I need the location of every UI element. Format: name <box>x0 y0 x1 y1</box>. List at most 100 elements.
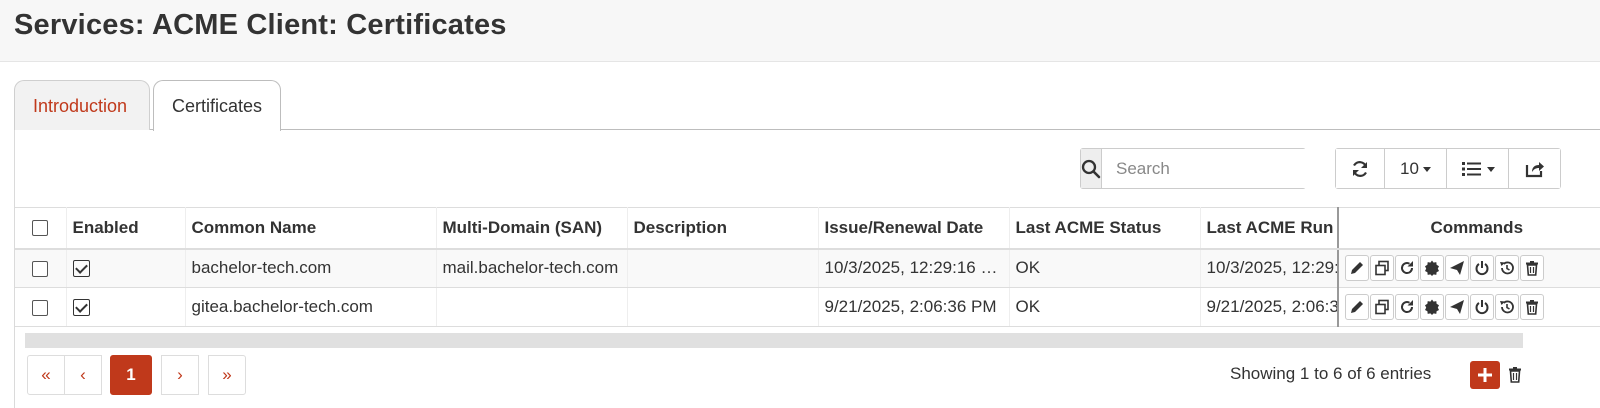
common-name-cell: bachelor-tech.com <box>185 248 437 288</box>
edit-button[interactable] <box>1345 294 1369 320</box>
description-cell <box>627 248 819 288</box>
send-icon <box>1450 261 1464 276</box>
trash-icon <box>1526 300 1538 315</box>
plus-icon <box>1478 368 1492 382</box>
export-button[interactable] <box>1509 149 1560 188</box>
page-size-value: 10 <box>1400 158 1419 178</box>
tab-introduction[interactable]: Introduction <box>14 80 150 130</box>
common-name-cell: gitea.bachelor-tech.com <box>185 287 437 327</box>
edit-button[interactable] <box>1345 255 1369 282</box>
renew-button[interactable] <box>1395 255 1419 282</box>
column-header-last-run[interactable]: Last ACME Run <box>1200 207 1339 250</box>
column-header-san[interactable]: Multi-Domain (SAN) <box>436 207 628 250</box>
san-cell: mail.bachelor-tech.com <box>436 248 628 288</box>
column-header-last-status[interactable]: Last ACME Status <box>1009 207 1201 250</box>
select-all-header <box>15 207 67 250</box>
prev-page-button[interactable]: ‹ <box>64 355 102 395</box>
power-icon <box>1475 300 1489 315</box>
grid-toolbar: 10 <box>1335 148 1561 189</box>
column-header-issue-date[interactable]: Issue/Renewal Date <box>818 207 1010 250</box>
history-icon <box>1500 261 1514 275</box>
page-title: Services: ACME Client: Certificates <box>14 9 507 41</box>
table-header-row: Enabled Common Name Multi-Domain (SAN) D… <box>15 207 1600 250</box>
enabled-check-icon[interactable] <box>72 299 90 317</box>
commands-cell <box>1337 287 1600 327</box>
history-icon <box>1500 300 1514 314</box>
page-size-dropdown[interactable]: 10 <box>1385 149 1447 188</box>
certificates-table: Enabled Common Name Multi-Domain (SAN) D… <box>15 207 1600 327</box>
delete-selected-button[interactable] <box>1505 361 1525 389</box>
certificates-panel: 10 Enabled Common Name Multi-Domain (SAN… <box>14 130 1600 408</box>
edit-icon <box>1351 262 1363 275</box>
search-icon <box>1081 149 1102 188</box>
renew-button[interactable] <box>1395 294 1419 320</box>
sign-button[interactable] <box>1420 294 1444 320</box>
export-icon <box>1525 161 1544 177</box>
status-cell: OK <box>1009 287 1201 327</box>
refresh-icon <box>1352 160 1368 177</box>
first-page-button[interactable]: « <box>27 355 65 395</box>
certificate-icon <box>1425 299 1439 315</box>
power-icon <box>1475 261 1489 276</box>
copy-button[interactable] <box>1370 294 1394 320</box>
select-all-checkbox[interactable] <box>32 220 49 237</box>
toggle-button[interactable] <box>1470 255 1494 282</box>
issue-date-cell: 10/3/2025, 12:29:16 PM <box>818 248 1010 288</box>
tab-certificates[interactable]: Certificates <box>153 80 281 131</box>
table-row[interactable]: bachelor-tech.com mail.bachelor-tech.com… <box>15 248 1600 288</box>
reset-button[interactable] <box>1495 294 1519 320</box>
enabled-check-icon[interactable] <box>72 260 90 278</box>
deploy-button[interactable] <box>1445 294 1469 320</box>
trash-icon <box>1526 261 1538 277</box>
search-input[interactable] <box>1102 149 1337 188</box>
row-select-checkbox[interactable] <box>32 260 49 277</box>
next-page-button[interactable]: › <box>161 355 199 395</box>
enabled-cell <box>66 287 186 327</box>
refresh-button[interactable] <box>1336 149 1385 188</box>
last-run-cell: 9/21/2025, 2:06:36 PM <box>1200 287 1339 327</box>
send-icon <box>1450 300 1464 314</box>
certificate-icon <box>1425 260 1439 277</box>
entries-info: Showing 1 to 6 of 6 entries <box>1230 364 1432 383</box>
last-page-button[interactable]: » <box>208 355 246 395</box>
table-row[interactable]: gitea.bachelor-tech.com 9/21/2025, 2:06:… <box>15 287 1600 327</box>
search-group <box>1080 148 1337 189</box>
toggle-button[interactable] <box>1470 294 1494 320</box>
trash-icon <box>1509 367 1521 383</box>
chevron-down-icon <box>1486 167 1495 172</box>
redo-icon <box>1401 261 1414 275</box>
tab-bar: Introduction Certificates <box>14 80 1600 131</box>
row-select-cell <box>15 287 67 327</box>
last-run-cell: 10/3/2025, 12:29:16 PM <box>1200 248 1339 288</box>
row-select-checkbox[interactable] <box>32 299 49 316</box>
commands-cell <box>1337 248 1600 288</box>
issue-date-cell: 9/21/2025, 2:06:36 PM <box>818 287 1010 327</box>
page-1-button[interactable]: 1 <box>110 355 152 395</box>
delete-button[interactable] <box>1520 294 1544 320</box>
columns-dropdown[interactable] <box>1447 149 1509 188</box>
column-header-commands: Commands <box>1337 207 1600 250</box>
san-cell <box>436 287 628 327</box>
horizontal-scrollbar[interactable] <box>25 333 1523 348</box>
delete-button[interactable] <box>1520 255 1544 282</box>
row-select-cell <box>15 248 67 288</box>
edit-icon <box>1351 301 1363 313</box>
redo-icon <box>1401 300 1414 313</box>
page-header: Services: ACME Client: Certificates <box>0 0 1600 62</box>
deploy-button[interactable] <box>1445 255 1469 282</box>
chevron-down-icon <box>1422 167 1431 172</box>
column-header-description[interactable]: Description <box>627 207 819 250</box>
add-button[interactable] <box>1470 361 1500 389</box>
column-header-common-name[interactable]: Common Name <box>185 207 437 250</box>
list-icon <box>1461 161 1481 176</box>
copy-icon <box>1375 299 1389 315</box>
certificates-table-wrapper: Enabled Common Name Multi-Domain (SAN) D… <box>15 207 1600 329</box>
enabled-cell <box>66 248 186 288</box>
reset-button[interactable] <box>1495 255 1519 282</box>
copy-button[interactable] <box>1370 255 1394 282</box>
column-header-enabled[interactable]: Enabled <box>66 207 186 250</box>
copy-icon <box>1375 260 1389 276</box>
description-cell <box>627 287 819 327</box>
status-cell: OK <box>1009 248 1201 288</box>
sign-button[interactable] <box>1420 255 1444 282</box>
